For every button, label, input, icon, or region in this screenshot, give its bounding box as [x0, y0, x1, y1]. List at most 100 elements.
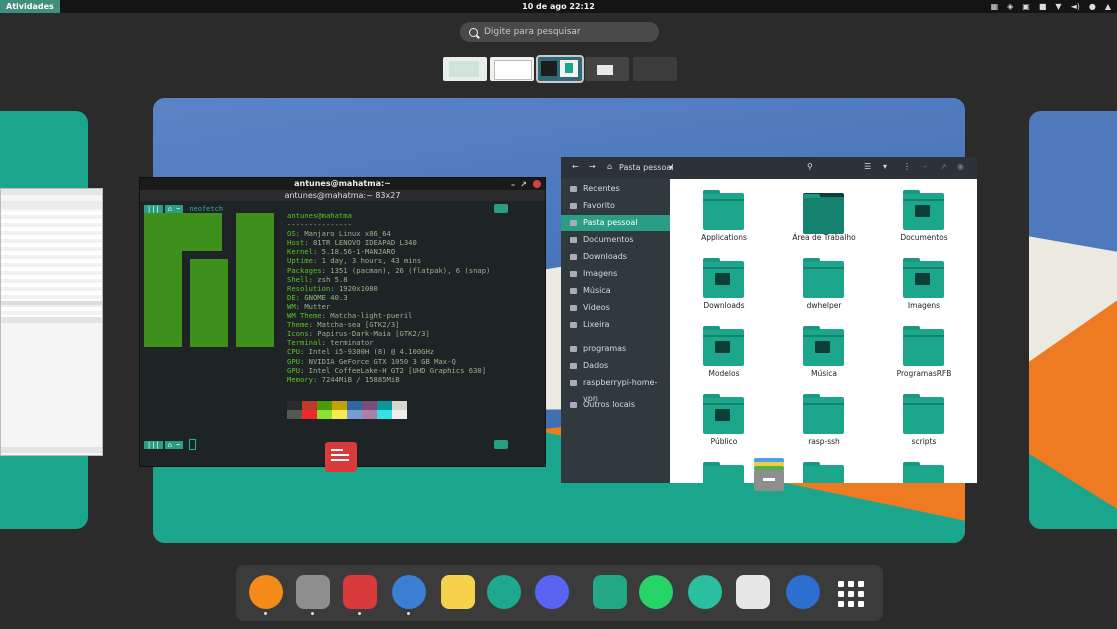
sidebar-item-favorito[interactable]: Favorito [561, 198, 670, 214]
minimize-icon[interactable]: – [511, 179, 515, 191]
folder-icon [703, 462, 744, 483]
power-icon[interactable]: ▲ [1105, 0, 1111, 13]
sidebar-item-programas[interactable]: programas [561, 341, 670, 357]
neofetch-colon: : [330, 283, 339, 293]
close-icon[interactable]: ◉ [957, 162, 964, 171]
neofetch-colon: : [299, 347, 309, 357]
discord-icon[interactable] [535, 575, 569, 609]
wifi-icon[interactable]: ▼ [1055, 0, 1061, 13]
activities-button[interactable]: Atividades [0, 0, 60, 13]
terminal-tab-title[interactable]: antunes@mahatma:~ 83x27 [140, 190, 545, 201]
email-client-window-preview[interactable] [0, 188, 103, 456]
camera-aperture-icon[interactable] [487, 575, 521, 609]
document-viewer-icon[interactable] [325, 442, 357, 472]
terminal-titlebar[interactable]: antunes@mahatma:~ – ↗ [140, 178, 545, 190]
folder-item[interactable]: Documentos [884, 181, 964, 242]
microphone-icon[interactable]: ● [1089, 0, 1096, 13]
terminal-prompt-current[interactable]: ||| ⌂ ~ [144, 439, 508, 450]
file-manager-icon[interactable] [752, 458, 786, 492]
manjaro-settings-icon[interactable] [593, 575, 627, 609]
neofetch-colon: : [308, 274, 318, 284]
folder-item[interactable] [784, 453, 864, 483]
next-workspace[interactable] [1029, 111, 1117, 529]
manjaro-logo [144, 213, 274, 347]
close-icon[interactable] [533, 180, 541, 188]
folder-item[interactable]: Imagens [884, 249, 964, 310]
system-tray[interactable]: ▦ ◈ ▣ ■ ▼ ◄) ● ▲ [991, 0, 1111, 13]
maximize-icon[interactable]: ↗ [520, 179, 527, 191]
sidebar-item-m-sica[interactable]: Música [561, 283, 670, 299]
workspace-thumbnail-3[interactable] [536, 55, 584, 83]
file-manager-icon[interactable] [296, 575, 330, 609]
neofetch-line: Kernel: 5.18.56-1-MANJARO [287, 247, 490, 256]
sidebar-item-documentos[interactable]: Documentos [561, 232, 670, 248]
calculator-icon[interactable] [736, 575, 770, 609]
shield-icon[interactable]: ◈ [1007, 0, 1013, 13]
location-label[interactable]: Pasta pessoal [619, 163, 673, 172]
folder-item[interactable]: Applications [684, 181, 764, 242]
folder-item[interactable]: Público [684, 385, 764, 446]
search-input[interactable]: Digite para pesquisar [460, 22, 659, 42]
firefox-icon[interactable] [249, 575, 283, 609]
minimize-icon[interactable]: – [923, 162, 927, 171]
neofetch-value: Intel i5-9300H (8) @ 4.100GHz [308, 347, 435, 357]
chevron-down-icon[interactable]: ▾ [669, 163, 673, 172]
file-manager-headerbar[interactable]: ← → ⌂ Pasta pessoal ▾ ⚲ ☰ ▾ ⋮ – ↗ ◉ [561, 157, 977, 179]
file-manager-window[interactable]: ← → ⌂ Pasta pessoal ▾ ⚲ ☰ ▾ ⋮ – ↗ ◉ Rece… [561, 157, 977, 483]
folder-item[interactable]: Área de Trabalho [784, 181, 864, 242]
clipboard-icon[interactable]: ▣ [1022, 0, 1030, 13]
workspace-thumbnail-5[interactable] [633, 57, 677, 81]
menu-icon[interactable]: ⋮ [903, 162, 911, 171]
folder-item[interactable]: scripts [884, 385, 964, 446]
sidebar-item-lixeira[interactable]: Lixeira [561, 317, 670, 333]
search-icon[interactable]: ⚲ [807, 162, 813, 171]
clock[interactable]: 10 de ago 22:12 [0, 0, 1117, 13]
back-icon[interactable]: ← [572, 162, 579, 171]
chevron-down-icon[interactable]: ▾ [883, 162, 887, 171]
remote-desktop-icon[interactable] [786, 575, 820, 609]
neofetch-line: Shell: zsh 5.8 [287, 275, 490, 284]
forward-icon[interactable]: → [589, 162, 596, 171]
folder-item[interactable]: Modelos [684, 317, 764, 378]
sidebar-item-imagens[interactable]: Imagens [561, 266, 670, 282]
sidebar-item-v-deos[interactable]: Vídeos [561, 300, 670, 316]
volume-icon[interactable]: ◄) [1071, 0, 1080, 13]
atom-icon[interactable] [688, 575, 722, 609]
neofetch-colon: : [299, 356, 309, 366]
folder-item[interactable]: Downloads [684, 249, 764, 310]
folder-item[interactable] [884, 453, 964, 483]
folder-label: Imagens [907, 301, 941, 310]
workspace-thumbnail-2[interactable] [490, 57, 534, 81]
folder-item[interactable]: Música [784, 317, 864, 378]
network-icon[interactable]: ■ [1039, 0, 1047, 13]
maximize-icon[interactable]: ↗ [940, 162, 947, 171]
thunderbird-icon[interactable] [392, 575, 426, 609]
sidebar-item-raspberrypi-home-vpn[interactable]: raspberrypi-home-vpn [561, 375, 670, 403]
network-icon [570, 380, 577, 386]
palette-swatch [362, 401, 377, 410]
folder-item[interactable]: ProgramasRFB [884, 317, 964, 378]
sidebar-item-recentes[interactable]: Recentes [561, 181, 670, 197]
color-palette [287, 401, 407, 410]
workspace-thumbnail-4[interactable] [585, 57, 629, 81]
neofetch-line: Icons: Papirus-Dark-Maia [GTK2/3] [287, 329, 490, 338]
sidebar-item-dados[interactable]: Dados [561, 358, 670, 374]
folder-item[interactable]: rasp-ssh [784, 385, 864, 446]
sidebar-item-pasta-pessoal[interactable]: Pasta pessoal [561, 215, 670, 231]
whatsapp-icon[interactable] [639, 575, 673, 609]
star-icon [570, 203, 577, 209]
show-apps-icon[interactable] [838, 581, 864, 607]
sidebar-item-outros-locais[interactable]: Outros locais [561, 397, 670, 413]
workspace-thumbnail-1[interactable] [443, 57, 487, 81]
neofetch-value: 7244MiB / 15885MiB [321, 374, 400, 384]
apps-icon[interactable]: ▦ [991, 0, 999, 13]
sidebar-item-downloads[interactable]: Downloads [561, 249, 670, 265]
view-toggle-icon[interactable]: ☰ [864, 162, 871, 171]
sidebar-item-label: Favorito [583, 201, 615, 210]
text-editor-icon[interactable] [441, 575, 475, 609]
neofetch-key: Host [287, 238, 305, 248]
prompt-segment: ||| [144, 440, 163, 449]
document-viewer-icon[interactable] [343, 575, 377, 609]
folder-item[interactable]: dwhelper [784, 249, 864, 310]
trash-icon [570, 322, 577, 328]
